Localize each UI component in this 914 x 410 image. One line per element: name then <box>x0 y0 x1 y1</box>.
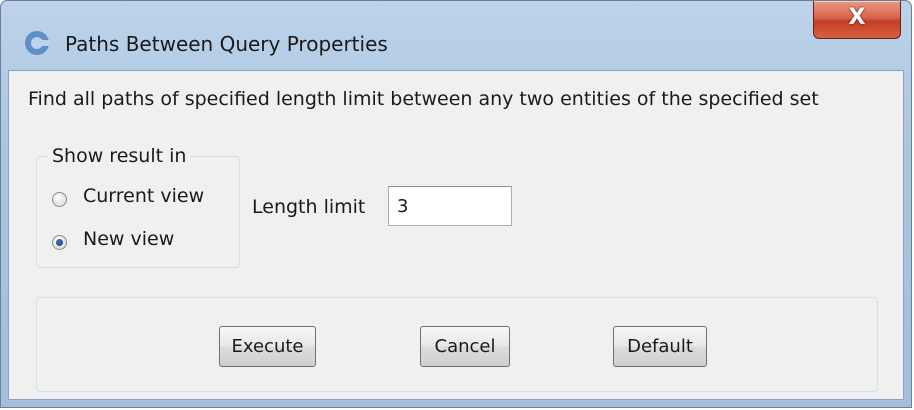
description-text: Find all paths of specified length limit… <box>28 88 819 110</box>
current-view-label[interactable]: Current view <box>83 185 204 207</box>
length-limit-label: Length limit <box>252 196 366 218</box>
title-bar[interactable]: Paths Between Query Properties X <box>1 1 911 56</box>
default-button[interactable]: Default <box>613 326 707 367</box>
close-button[interactable]: X <box>813 1 901 39</box>
show-result-group-label: Show result in <box>48 145 191 167</box>
new-view-label[interactable]: New view <box>83 228 174 250</box>
execute-button[interactable]: Execute <box>219 326 316 367</box>
length-limit-input[interactable] <box>388 186 512 226</box>
radio-selected-dot <box>56 239 63 246</box>
show-result-group <box>36 156 240 268</box>
new-view-radio[interactable] <box>52 235 67 250</box>
app-logo-icon <box>25 31 50 55</box>
cancel-button[interactable]: Cancel <box>420 326 510 367</box>
window-title: Paths Between Query Properties <box>65 32 388 56</box>
current-view-radio[interactable] <box>52 192 67 207</box>
close-icon: X <box>848 5 866 30</box>
